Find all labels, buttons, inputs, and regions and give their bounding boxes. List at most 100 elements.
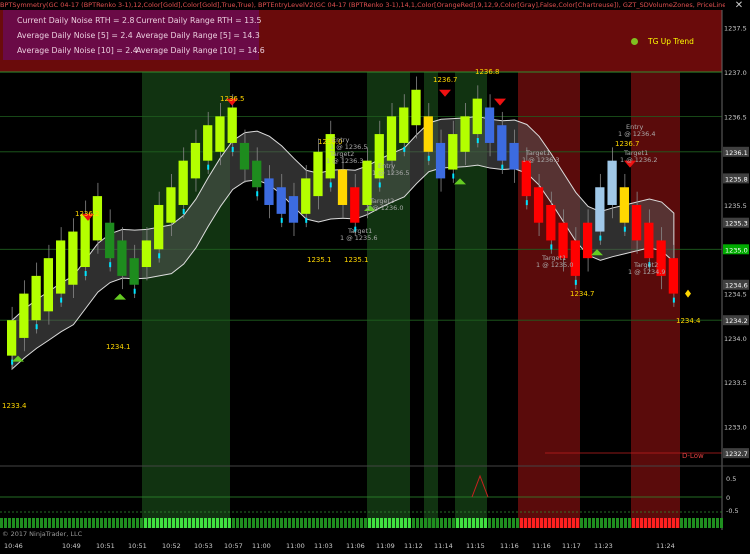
price-tag-label: 1234.2	[725, 317, 748, 325]
time-axis-label: 11:16	[500, 542, 519, 550]
renko-bar	[668, 258, 678, 294]
price-tag-label: 1236.1	[725, 149, 748, 157]
renko-bar	[497, 125, 507, 161]
cyan-dot	[476, 138, 479, 144]
volume-zone-cell	[248, 518, 251, 528]
price-axis-label: 1233.5	[724, 379, 747, 387]
buy-triangle-icon	[114, 293, 126, 300]
volume-zone-cell	[408, 518, 411, 528]
close-icon[interactable]: ✕	[733, 1, 745, 11]
volume-zone-cell	[304, 518, 307, 528]
renko-bar	[154, 204, 164, 250]
renko-bar	[619, 187, 629, 223]
price-annotation: 1236.7	[615, 140, 640, 148]
volume-zone-cell	[712, 518, 715, 528]
volume-zone-cell	[580, 518, 583, 528]
volume-zone-cell	[516, 518, 519, 528]
cyan-dot	[280, 217, 283, 223]
volume-zone-cell	[700, 518, 703, 528]
volume-zone-cell	[232, 518, 235, 528]
volume-zone-cell	[36, 518, 39, 528]
cyan-dot	[378, 182, 381, 188]
cyan-dot	[599, 235, 602, 241]
volume-zone-cell	[544, 518, 547, 528]
volume-zone-cell	[484, 518, 487, 528]
volume-zone-cell	[332, 518, 335, 528]
cyan-dot	[501, 164, 504, 170]
volume-zone-cell	[424, 518, 427, 528]
time-axis-label: 11:24	[656, 542, 675, 550]
cyan-dot	[158, 253, 161, 259]
cyan-dot	[305, 217, 308, 223]
volume-zone-cell	[668, 518, 671, 528]
volume-zone-cell	[368, 518, 371, 528]
price-annotation: 1235.1	[307, 256, 332, 264]
volume-zone-cell	[112, 518, 115, 528]
renko-bar	[399, 107, 409, 143]
volume-zone-cell	[556, 518, 559, 528]
volume-zone-cell	[456, 518, 459, 528]
volume-zone-cell	[564, 518, 567, 528]
renko-chart[interactable]: 1233.41236.21234.11236.51236.71236.01236…	[0, 0, 750, 554]
time-axis-label: 11:16	[532, 542, 551, 550]
volume-zone-cell	[444, 518, 447, 528]
cyan-dot	[550, 244, 553, 250]
volume-zone-cell	[224, 518, 227, 528]
volume-zone-cell	[160, 518, 163, 528]
volume-zone-cell	[280, 518, 283, 528]
price-annotation: 1234.7	[570, 290, 595, 298]
price-axis: 1237.5 1237.0 1236.5 1236.1 1235.5 1235.3 1235…	[721, 10, 750, 530]
cyan-dot	[256, 191, 259, 197]
volume-zone-cell	[104, 518, 107, 528]
volume-zone-cell	[576, 518, 579, 528]
volume-zone-cell	[420, 518, 423, 528]
renko-bar	[570, 240, 580, 276]
indicator-header: BPTSymmetry(GC 04-17 (BPTRenko 3-1),12,C…	[0, 1, 725, 9]
volume-zone-cell	[492, 518, 495, 528]
d-low-label: D-Low	[682, 452, 704, 460]
volume-zone-cell	[540, 518, 543, 528]
time-axis-label: 11:06	[346, 542, 365, 550]
time-axis-label: 11:09	[376, 542, 395, 550]
volume-zone-cell	[380, 518, 383, 528]
cyan-dot	[84, 271, 87, 277]
volume-zone-cell	[448, 518, 451, 528]
renko-bar	[301, 178, 311, 214]
time-axis: 10:46 10:49 10:51 10:51 10:52 10:53 10:57 11:00…	[0, 530, 750, 554]
volume-zone-cell	[264, 518, 267, 528]
renko-bar	[607, 160, 617, 205]
volume-zone-cell	[0, 518, 3, 528]
renko-bar	[533, 187, 544, 223]
volume-zone-cell	[364, 518, 367, 528]
volume-zone-cell	[308, 518, 311, 528]
renko-bar	[31, 275, 41, 321]
volume-zone-cell	[360, 518, 363, 528]
volume-zone-cell	[192, 518, 195, 528]
volume-zone-cell	[588, 518, 591, 528]
renko-bar	[337, 169, 348, 205]
trend-dot-icon	[631, 38, 638, 45]
volume-zone-cell	[4, 518, 7, 528]
renko-bar	[582, 222, 593, 259]
volume-zone-cell	[436, 518, 439, 528]
order-annotation: 1 @ 1236.5	[372, 169, 410, 177]
renko-bar	[288, 196, 299, 223]
volume-zone-cell	[72, 518, 75, 528]
price-tag-label: 1235.8	[725, 175, 748, 183]
price-tag-label: 1234.6	[725, 282, 748, 290]
renko-bar	[80, 213, 90, 268]
volume-zone-cell	[260, 518, 263, 528]
volume-zone-cell	[200, 518, 203, 528]
cyan-dot	[329, 182, 332, 188]
volume-zone-cell	[288, 518, 291, 528]
volume-zone-cell	[336, 518, 339, 528]
volume-zone-cell	[32, 518, 35, 528]
volume-zone-cell	[508, 518, 511, 528]
volume-zone-cell	[608, 518, 611, 528]
volume-zone-cell	[272, 518, 275, 528]
cyan-dot	[231, 146, 234, 152]
volume-zone-cell	[100, 518, 103, 528]
time-axis-label: 10:46	[4, 542, 23, 550]
volume-zone-cell	[536, 518, 539, 528]
time-axis-label: 11:14	[434, 542, 453, 550]
